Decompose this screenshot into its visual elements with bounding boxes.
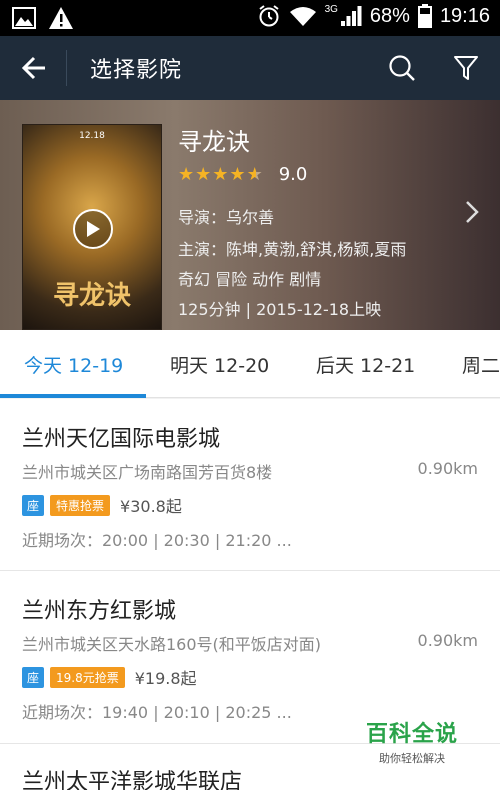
status-right: 3G 68% 19:16 (257, 4, 490, 28)
cinema-name: 兰州天亿国际电影城 (22, 427, 221, 452)
filter-icon (454, 56, 478, 80)
star-icon: ★ (195, 163, 212, 185)
date-tabs: 今天 12-19 明天 12-20 后天 12-21 周二 (0, 330, 500, 398)
battery-percent: 68% (369, 4, 410, 27)
star-icon: ★ (212, 163, 229, 185)
tag-row: 座 特惠抢票 ¥30.8起 (22, 493, 182, 517)
alarm-icon (258, 5, 279, 27)
rating-score: 9.0 (278, 164, 308, 185)
app-bar-divider (66, 50, 67, 86)
cinema-address: 兰州市城关区广场南路国芳百货8楼 (22, 463, 273, 482)
status-bar: 3G 68% 19:16 (0, 0, 500, 36)
cinema-distance: 0.90km (417, 631, 478, 650)
watermark-logo: 百科全说 助你轻松解决 (362, 716, 462, 766)
poster-top-text: 12.18 (79, 131, 105, 141)
app-bar: 选择影院 (0, 36, 500, 100)
tab-tuesday[interactable]: 周二 (462, 330, 500, 398)
cinema-address: 兰州市城关区天水路160号(和平饭店对面) (22, 635, 322, 654)
poster-title: 寻龙诀 (52, 281, 131, 311)
cast-line: 主演：陈坤,黄渤,舒淇,杨颖,夏雨 (178, 240, 407, 259)
seat-badge: 座 (22, 666, 45, 688)
arrow-left-icon (21, 56, 45, 80)
tab-tomorrow[interactable]: 明天 12-20 (170, 330, 269, 398)
star-icon: ★ (178, 163, 195, 185)
signal-icon (340, 6, 362, 26)
play-icon (87, 221, 100, 237)
back-button[interactable] (14, 50, 54, 86)
director-line: 导演：乌尔善 (178, 208, 275, 227)
price-label: ¥19.8起 (134, 669, 197, 688)
cinema-name: 兰州东方红影城 (22, 599, 177, 624)
runtime-release-line: 125分钟 | 2015-12-18上映 (178, 300, 382, 319)
image-notification-icon (12, 7, 36, 29)
half-star-icon: ★ (246, 163, 263, 185)
clock-time: 19:16 (439, 4, 490, 27)
tab-day-after[interactable]: 后天 12-21 (316, 330, 415, 398)
network-type: 3G (324, 3, 338, 15)
cinema-distance: 0.90km (417, 459, 478, 478)
active-tab-indicator (0, 394, 146, 398)
rating-row: ★ ★ ★ ★ ★ 9.0 (178, 164, 307, 185)
promo-badge: 19.8元抢票 (50, 666, 125, 688)
price-label: ¥30.8起 (120, 497, 182, 516)
page-title: 选择影院 (90, 58, 183, 83)
showtimes: 近期场次：20:00 | 20:30 | 21:20 ... (22, 531, 292, 550)
movie-title: 寻龙诀 (178, 128, 250, 156)
cinema-item[interactable]: 兰州天亿国际电影城 兰州市城关区广场南路国芳百货8楼 0.90km 座 特惠抢票… (0, 399, 500, 570)
watermark-sub: 助你轻松解决 (379, 752, 445, 765)
search-button[interactable] (382, 50, 422, 86)
cinema-name: 兰州太平洋影城华联店 (22, 770, 243, 790)
seat-badge: 座 (22, 494, 45, 516)
wifi-icon (289, 7, 316, 26)
chevron-right-icon (466, 201, 479, 223)
battery-icon (417, 4, 432, 28)
status-left (12, 6, 74, 30)
showtimes: 近期场次：19:40 | 20:10 | 20:25 ... (22, 703, 292, 722)
search-icon (389, 55, 415, 81)
tag-row: 座 19.8元抢票 ¥19.8起 (22, 665, 197, 689)
play-trailer-button[interactable] (73, 209, 113, 249)
tab-today[interactable]: 今天 12-19 (24, 330, 123, 398)
movie-header[interactable]: 12.18 寻龙诀 寻龙诀 ★ ★ ★ ★ ★ 9.0 导演：乌尔善 主演：陈坤… (0, 100, 500, 330)
warning-icon (49, 7, 73, 29)
star-icon: ★ (229, 163, 246, 185)
filter-button[interactable] (446, 50, 486, 86)
watermark-main: 百科全说 (365, 722, 458, 747)
genre-line: 奇幻 冒险 动作 剧情 (178, 270, 322, 289)
movie-poster: 12.18 寻龙诀 (22, 124, 162, 330)
promo-badge: 特惠抢票 (50, 494, 111, 516)
rating-stars: ★ ★ ★ ★ ★ (178, 163, 263, 185)
